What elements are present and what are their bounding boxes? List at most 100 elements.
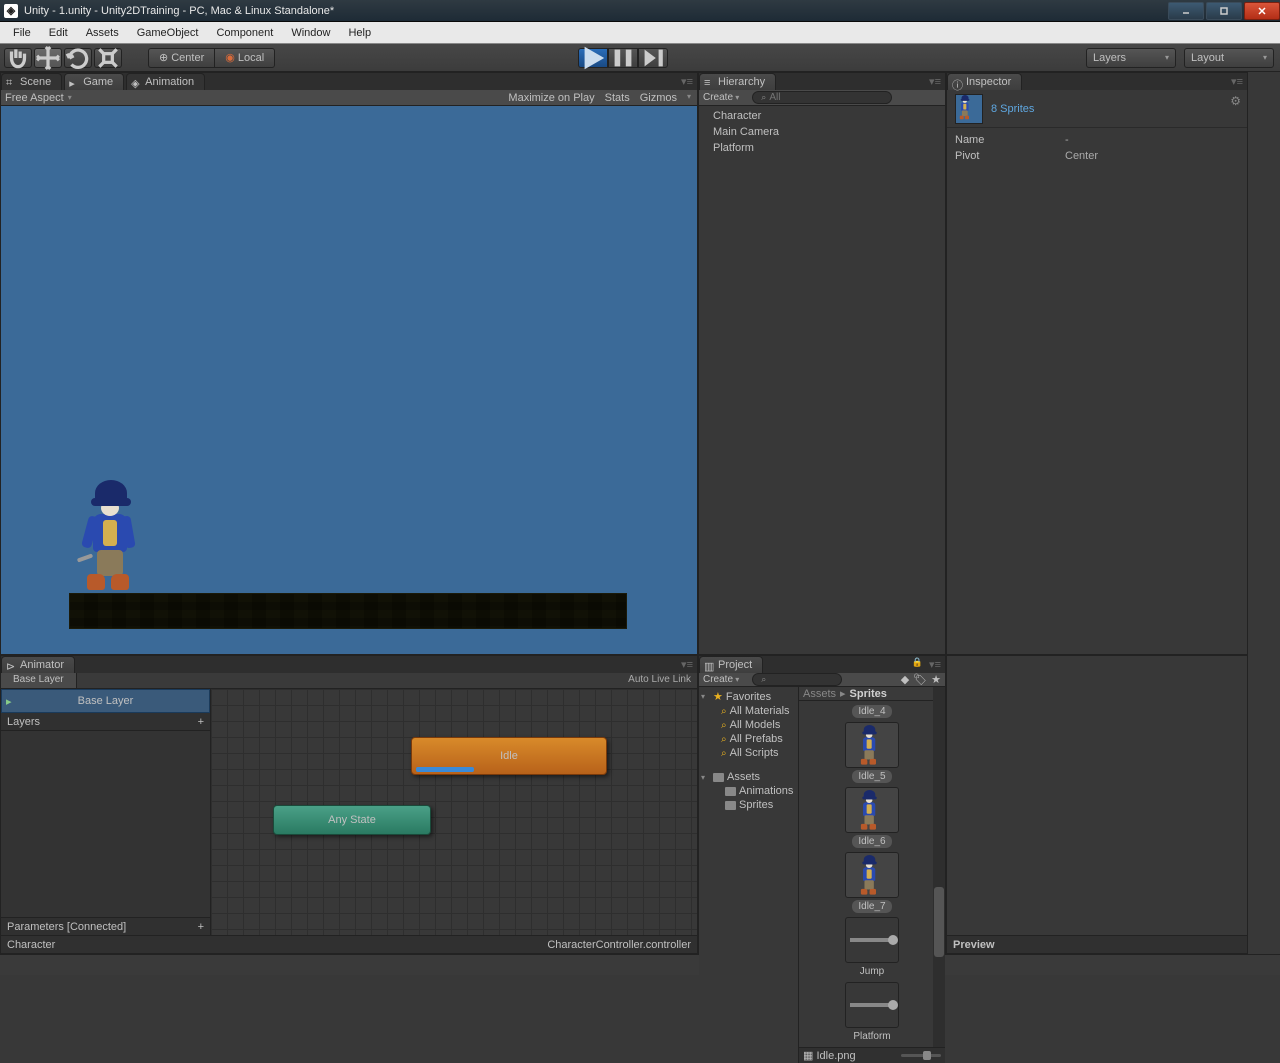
rotate-tool-button[interactable] bbox=[64, 48, 92, 68]
filter-type-icon[interactable]: ◆ bbox=[901, 673, 909, 686]
animator-graph[interactable]: Idle Any State bbox=[211, 689, 697, 935]
tab-inspector[interactable]: ⓘInspector bbox=[947, 73, 1022, 90]
project-asset-grid[interactable]: Idle_4 Idle_5 Idle_6 Idle_7 Jump Platfor… bbox=[799, 701, 945, 1047]
tree-item[interactable]: ⌕All Models bbox=[699, 718, 798, 732]
scene-icon: ⌗ bbox=[6, 77, 16, 87]
pivot-local-toggle[interactable]: ◉Local bbox=[214, 48, 275, 68]
tab-animator[interactable]: ⊳Animator bbox=[1, 656, 75, 673]
tree-item[interactable]: ⌕All Scripts bbox=[699, 746, 798, 760]
animator-layer-tab[interactable]: Base Layer bbox=[1, 673, 77, 688]
add-parameter-button[interactable]: + bbox=[198, 921, 204, 933]
maximize-on-play-toggle[interactable]: Maximize on Play bbox=[508, 92, 594, 104]
project-breadcrumb: Assets▸ Sprites bbox=[799, 687, 945, 701]
close-button[interactable] bbox=[1244, 2, 1280, 20]
play-button[interactable] bbox=[578, 48, 608, 68]
tree-favorites[interactable]: ▾★Favorites bbox=[699, 689, 798, 704]
hierarchy-create-dropdown[interactable]: Create bbox=[703, 92, 739, 103]
tab-game[interactable]: ▸Game bbox=[64, 73, 124, 90]
aspect-dropdown[interactable]: Free Aspect bbox=[5, 92, 64, 104]
hierarchy-item[interactable]: Character bbox=[699, 108, 945, 124]
move-tool-button[interactable] bbox=[34, 48, 62, 68]
stats-toggle[interactable]: Stats bbox=[605, 92, 630, 104]
search-icon: ⌕ bbox=[721, 734, 727, 745]
minimize-button[interactable] bbox=[1168, 2, 1204, 20]
tab-project[interactable]: ▥Project bbox=[699, 656, 763, 673]
pause-button[interactable] bbox=[608, 48, 638, 68]
panel-menu-icon[interactable]: ▾≡ bbox=[929, 75, 941, 88]
lock-icon[interactable]: 🔒 bbox=[912, 657, 923, 668]
tree-assets[interactable]: ▾Assets bbox=[699, 770, 798, 784]
scrollbar[interactable] bbox=[933, 687, 945, 1047]
search-icon: ⌕ bbox=[721, 706, 727, 717]
asset-item[interactable]: Jump bbox=[845, 917, 899, 978]
menu-edit[interactable]: Edit bbox=[40, 24, 77, 42]
project-tree[interactable]: ▾★Favorites ⌕All Materials ⌕All Models ⌕… bbox=[699, 687, 799, 1063]
layers-label: Layers bbox=[7, 716, 40, 728]
parameters-label: Parameters [Connected] bbox=[7, 921, 126, 933]
hierarchy-list[interactable]: Character Main Camera Platform bbox=[699, 106, 945, 654]
add-layer-button[interactable]: + bbox=[198, 716, 204, 728]
layout-dropdown[interactable]: Layout bbox=[1184, 48, 1274, 68]
auto-live-link-toggle[interactable]: Auto Live Link bbox=[622, 673, 697, 688]
asset-item[interactable]: Idle_5 bbox=[845, 722, 899, 783]
animator-panel: ⊳Animator ▾≡ Base Layer Auto Live Link ▸… bbox=[0, 655, 698, 954]
menu-help[interactable]: Help bbox=[339, 24, 380, 42]
menu-gameobject[interactable]: GameObject bbox=[128, 24, 208, 42]
menu-assets[interactable]: Assets bbox=[77, 24, 128, 42]
hierarchy-search-input[interactable] bbox=[752, 91, 892, 104]
project-create-dropdown[interactable]: Create bbox=[703, 674, 739, 685]
game-icon: ▸ bbox=[69, 77, 79, 87]
project-panel: ▥Project 🔒 ▾≡ Create ⌕ ◆ 🏷 ★ ▾★Favorites ⌕… bbox=[698, 655, 946, 954]
breadcrumb-item[interactable]: Assets bbox=[803, 688, 836, 700]
search-icon: ⌕ bbox=[761, 674, 766, 685]
thumbnail-size-slider[interactable] bbox=[901, 1054, 941, 1057]
save-search-icon[interactable]: ★ bbox=[931, 673, 941, 686]
selection-title: 8 Sprites bbox=[991, 103, 1034, 115]
property-value: - bbox=[1065, 134, 1069, 146]
asset-item[interactable]: Idle_4 bbox=[852, 705, 891, 718]
game-panel: ⌗Scene ▸Game ◈Animation ▾≡ Free Aspect ▾… bbox=[0, 72, 698, 655]
project-icon: ▥ bbox=[704, 660, 714, 670]
hierarchy-item[interactable]: Platform bbox=[699, 140, 945, 156]
star-icon: ★ bbox=[713, 690, 723, 703]
asset-item[interactable]: Platform bbox=[845, 982, 899, 1043]
tree-item[interactable]: ⌕All Prefabs bbox=[699, 732, 798, 746]
step-button[interactable] bbox=[638, 48, 668, 68]
scale-tool-button[interactable] bbox=[94, 48, 122, 68]
search-icon: ⌕ bbox=[761, 92, 766, 103]
gear-icon[interactable]: ⚙ bbox=[1230, 94, 1241, 108]
state-node-any[interactable]: Any State bbox=[273, 805, 431, 835]
game-viewport[interactable] bbox=[1, 106, 697, 654]
menu-file[interactable]: File bbox=[4, 24, 40, 42]
state-node-idle[interactable]: Idle bbox=[411, 737, 607, 775]
gizmos-dropdown[interactable]: Gizmos bbox=[640, 92, 677, 104]
tree-item[interactable]: Animations bbox=[699, 784, 798, 798]
panel-menu-icon[interactable]: ▾≡ bbox=[1231, 75, 1243, 88]
asset-item[interactable]: Idle_7 bbox=[845, 852, 899, 913]
tree-item[interactable]: Sprites bbox=[699, 798, 798, 812]
hierarchy-item[interactable]: Main Camera bbox=[699, 124, 945, 140]
selected-asset-path: ▦ Idle.png bbox=[803, 1049, 856, 1062]
tab-scene[interactable]: ⌗Scene bbox=[1, 73, 62, 90]
menu-window[interactable]: Window bbox=[282, 24, 339, 42]
panel-menu-icon[interactable]: ▾≡ bbox=[929, 658, 941, 671]
menu-component[interactable]: Component bbox=[207, 24, 282, 42]
layers-dropdown[interactable]: Layers bbox=[1086, 48, 1176, 68]
property-label: Name bbox=[955, 134, 1065, 146]
selection-thumbnail bbox=[955, 94, 983, 124]
asset-item[interactable]: Idle_6 bbox=[845, 787, 899, 848]
breadcrumb-item[interactable]: Sprites bbox=[850, 688, 887, 700]
filter-label-icon[interactable]: 🏷 bbox=[913, 673, 927, 686]
panel-menu-icon[interactable]: ▾≡ bbox=[681, 658, 693, 671]
layer-entry[interactable]: ▸Base Layer bbox=[1, 689, 210, 713]
search-icon: ⌕ bbox=[721, 720, 727, 731]
tree-item[interactable]: ⌕All Materials bbox=[699, 704, 798, 718]
property-value: Center bbox=[1065, 150, 1098, 162]
tab-animation[interactable]: ◈Animation bbox=[126, 73, 205, 90]
hand-tool-button[interactable] bbox=[4, 48, 32, 68]
tab-hierarchy[interactable]: ≡Hierarchy bbox=[699, 73, 776, 90]
pivot-center-toggle[interactable]: ⊕Center bbox=[148, 48, 214, 68]
panel-menu-icon[interactable]: ▾≡ bbox=[681, 75, 693, 88]
maximize-button[interactable] bbox=[1206, 2, 1242, 20]
main-menu-bar: File Edit Assets GameObject Component Wi… bbox=[0, 22, 1280, 44]
